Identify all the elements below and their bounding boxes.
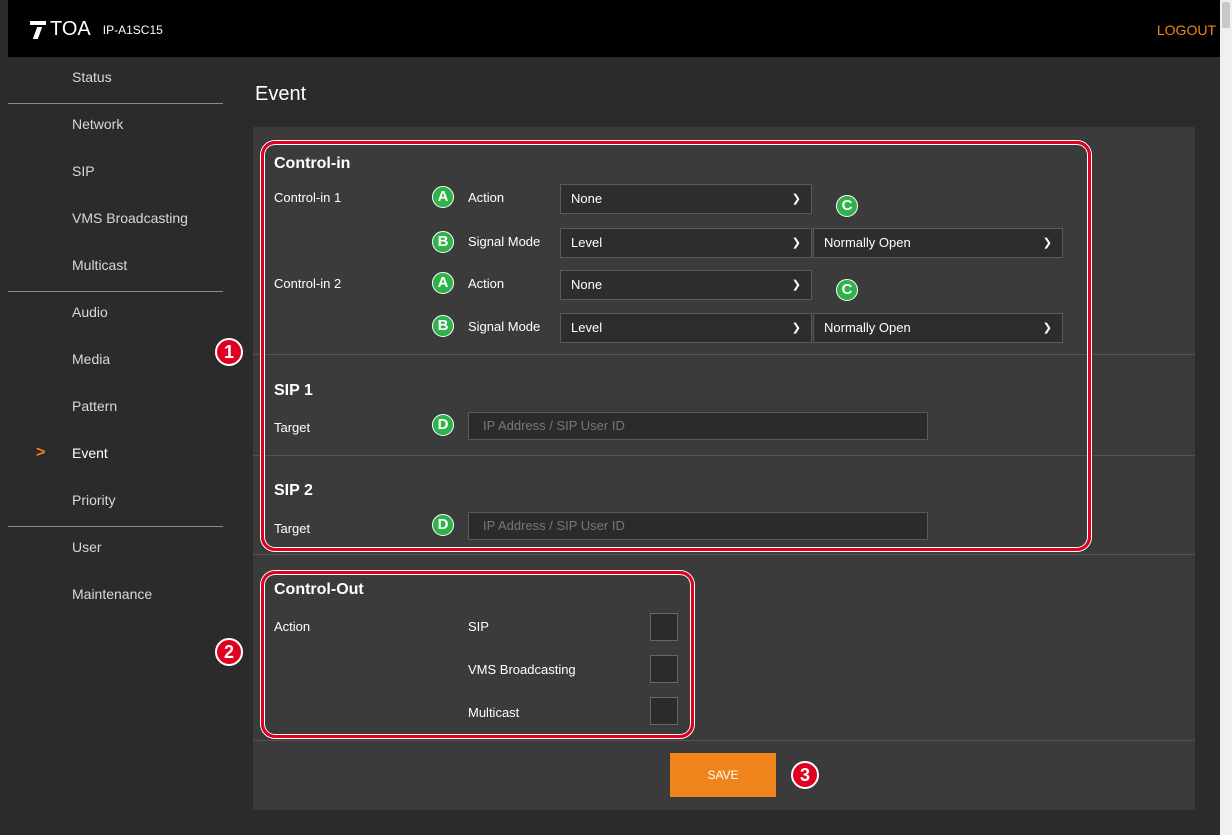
sidebar-item-label: SIP xyxy=(72,163,95,179)
sidebar-item-label: Media xyxy=(72,351,111,367)
callout-number-1: 1 xyxy=(215,338,243,366)
sidebar-item-event[interactable]: > Event xyxy=(8,433,223,480)
brand-name: TOA xyxy=(50,18,91,40)
section-divider xyxy=(253,554,1195,555)
sidebar-item-sip[interactable]: SIP xyxy=(8,151,223,198)
sidebar-item-label: Event xyxy=(72,445,108,461)
sidebar-item-label: Maintenance xyxy=(72,586,153,602)
chevron-right-icon: > xyxy=(36,444,46,461)
callout-letter-a: A xyxy=(432,186,454,208)
sidebar-item-label: Network xyxy=(72,116,124,132)
scrollbar-thumb[interactable] xyxy=(1222,2,1230,28)
sidebar: Status Network SIP VMS Broadcasting Mult… xyxy=(8,57,223,621)
callout-number-3: 3 xyxy=(791,761,819,789)
sidebar-item-label: Audio xyxy=(72,304,108,320)
sidebar-item-label: Pattern xyxy=(72,398,118,414)
sidebar-item-label: Priority xyxy=(72,492,116,508)
top-bar: TOA IP-A1SC15 LOGOUT xyxy=(8,0,1220,57)
sidebar-item-user[interactable]: User xyxy=(8,527,223,574)
callout-number-2: 2 xyxy=(215,638,243,666)
sidebar-item-network[interactable]: Network xyxy=(8,104,223,151)
callout-letter-a: A xyxy=(432,272,454,294)
sidebar-item-label: Status xyxy=(72,69,112,85)
sidebar-item-audio[interactable]: Audio xyxy=(8,292,223,339)
logout-link[interactable]: LOGOUT xyxy=(1157,22,1216,38)
sidebar-item-status[interactable]: Status xyxy=(8,57,223,104)
sidebar-item-vms-broadcasting[interactable]: VMS Broadcasting xyxy=(8,198,223,245)
callout-outline-2 xyxy=(261,571,694,738)
callout-outline-1 xyxy=(261,141,1091,551)
vertical-scrollbar[interactable] xyxy=(1220,0,1232,835)
toa-logo: TOA IP-A1SC15 xyxy=(30,18,163,41)
save-button[interactable]: SAVE xyxy=(670,753,776,797)
sidebar-item-label: User xyxy=(72,539,102,555)
sidebar-item-priority[interactable]: Priority xyxy=(8,480,223,527)
toa-logo-icon xyxy=(30,20,46,39)
sidebar-item-label: VMS Broadcasting xyxy=(72,210,188,226)
model-name: IP-A1SC15 xyxy=(102,22,163,37)
sidebar-item-multicast[interactable]: Multicast xyxy=(8,245,223,292)
callout-letter-d: D xyxy=(432,414,454,436)
sidebar-item-label: Multicast xyxy=(72,257,128,273)
sidebar-item-media[interactable]: Media xyxy=(8,339,223,386)
sidebar-item-maintenance[interactable]: Maintenance xyxy=(8,574,223,621)
section-divider xyxy=(253,740,1195,741)
page-title: Event xyxy=(255,83,307,105)
callout-letter-b: B xyxy=(432,231,454,253)
callout-letter-c: C xyxy=(836,195,858,217)
callout-letter-c: C xyxy=(836,279,858,301)
callout-letter-d: D xyxy=(432,514,454,536)
sidebar-item-pattern[interactable]: Pattern xyxy=(8,386,223,433)
callout-letter-b: B xyxy=(432,315,454,337)
